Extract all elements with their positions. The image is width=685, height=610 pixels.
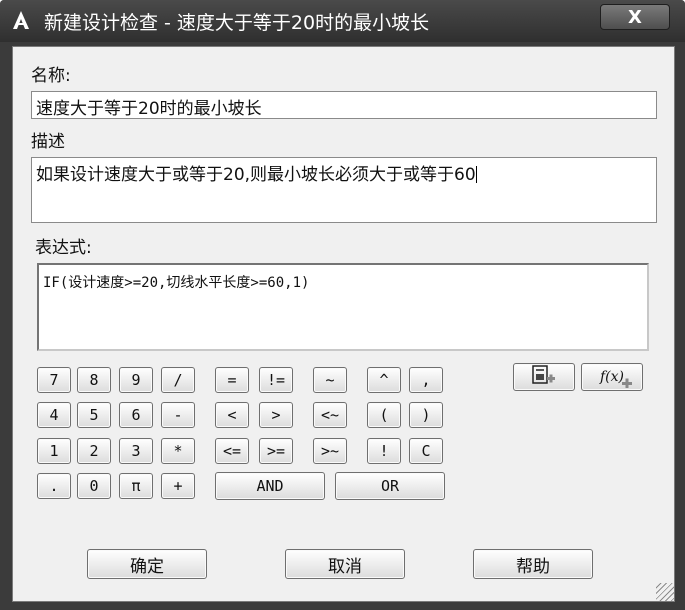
key-6[interactable]: 6 <box>119 402 153 428</box>
key-greater[interactable]: > <box>259 402 293 428</box>
key-approx[interactable]: ~ <box>313 367 347 393</box>
key-divide[interactable]: / <box>161 367 195 393</box>
insert-function-button[interactable]: f(x) <box>581 363 643 391</box>
expression-label: 表达式: <box>35 238 92 258</box>
description-text: 如果设计速度大于或等于20,则最小坡长必须大于或等于60 <box>36 165 476 185</box>
key-0[interactable]: 0 <box>77 473 111 499</box>
description-label: 描述 <box>31 132 65 152</box>
function-insert-icon: f(x) <box>599 369 632 388</box>
close-icon: X <box>628 6 642 28</box>
text-caret <box>475 166 477 183</box>
key-1[interactable]: 1 <box>37 438 71 464</box>
key-multiply[interactable]: * <box>161 438 195 464</box>
key-power[interactable]: ^ <box>367 367 401 393</box>
key-9[interactable]: 9 <box>119 367 153 393</box>
key-2[interactable]: 2 <box>77 438 111 464</box>
name-field[interactable]: 速度大于等于20时的最小坡长 <box>31 91 657 119</box>
key-7[interactable]: 7 <box>37 367 71 393</box>
insert-property-button[interactable] <box>513 363 575 391</box>
key-comma[interactable]: , <box>409 367 443 393</box>
expression-field[interactable]: IF(设计速度>=20,切线水平长度>=60,1) <box>37 263 649 351</box>
description-field[interactable]: 如果设计速度大于或等于20,则最小坡长必须大于或等于60 <box>31 157 657 223</box>
key-greater-approx[interactable]: >~ <box>313 438 347 464</box>
property-insert-icon <box>531 365 557 389</box>
key-plus[interactable]: + <box>161 473 195 499</box>
dialog-window: 新建设计检查 - 速度大于等于20时的最小坡长 X 名称: 速度大于等于20时的… <box>0 0 685 610</box>
key-clear[interactable]: C <box>409 438 443 464</box>
key-3[interactable]: 3 <box>119 438 153 464</box>
key-greater-equal[interactable]: >= <box>259 438 293 464</box>
or-button[interactable]: OR <box>335 472 445 500</box>
function-insert-label: f(x) <box>599 369 624 385</box>
key-pi[interactable]: π <box>119 473 153 499</box>
name-label: 名称: <box>31 66 71 86</box>
key-equal[interactable]: = <box>215 367 249 393</box>
key-close-paren[interactable]: ) <box>409 402 443 428</box>
key-8[interactable]: 8 <box>77 367 111 393</box>
ok-button[interactable]: 确定 <box>87 549 207 579</box>
key-5[interactable]: 5 <box>77 402 111 428</box>
and-button[interactable]: AND <box>215 472 325 500</box>
title-bar[interactable]: 新建设计检查 - 速度大于等于20时的最小坡长 X <box>0 0 685 42</box>
key-decimal[interactable]: . <box>37 473 71 499</box>
autocad-logo-icon <box>12 10 30 30</box>
cancel-button[interactable]: 取消 <box>285 549 405 579</box>
close-button[interactable]: X <box>600 4 670 30</box>
key-less-approx[interactable]: <~ <box>313 402 347 428</box>
resize-grip-icon[interactable] <box>656 583 674 601</box>
key-not[interactable]: ! <box>367 438 401 464</box>
key-minus[interactable]: - <box>161 402 195 428</box>
key-open-paren[interactable]: ( <box>367 402 401 428</box>
key-less[interactable]: < <box>215 402 249 428</box>
key-less-equal[interactable]: <= <box>215 438 249 464</box>
help-button[interactable]: 帮助 <box>473 549 593 579</box>
key-4[interactable]: 4 <box>37 402 71 428</box>
key-not-equal[interactable]: != <box>259 367 293 393</box>
dialog-body: 名称: 速度大于等于20时的最小坡长 描述 如果设计速度大于或等于20,则最小坡… <box>12 46 675 602</box>
window-title: 新建设计检查 - 速度大于等于20时的最小坡长 <box>44 12 430 34</box>
